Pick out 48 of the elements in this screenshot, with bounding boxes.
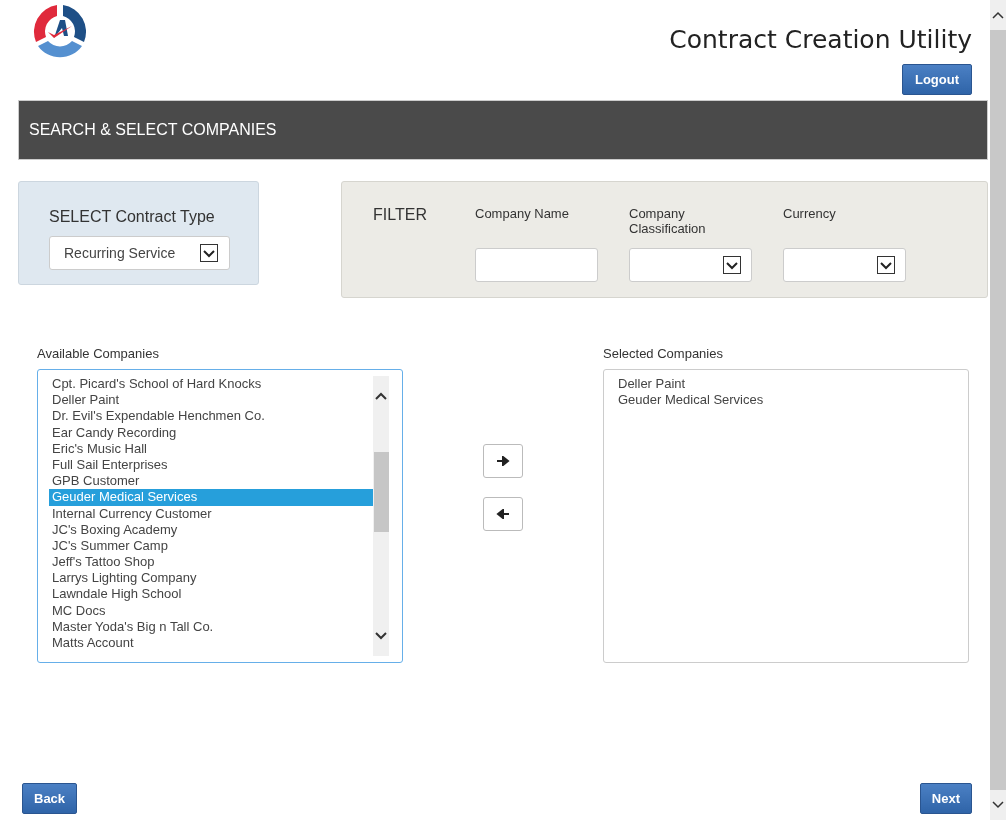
list-item[interactable]: Cpt. Picard's School of Hard Knocks [49, 376, 373, 393]
list-item[interactable]: MC Docs [49, 602, 373, 619]
scroll-up-icon[interactable] [375, 392, 387, 400]
right-arrow-icon [496, 456, 510, 466]
left-arrow-icon [496, 509, 510, 519]
add-button[interactable] [483, 444, 523, 478]
list-item[interactable]: Geuder Medical Services [618, 392, 954, 408]
scrollbar[interactable] [373, 376, 389, 656]
list-item[interactable]: Jeff's Tattoo Shop [49, 554, 373, 571]
list-item[interactable]: JC's Boxing Academy [49, 521, 373, 538]
back-button[interactable]: Back [22, 783, 78, 814]
selected-companies-list[interactable]: Deller Paint Geuder Medical Services [603, 369, 969, 663]
section-title: SEARCH & SELECT COMPANIES [29, 121, 277, 139]
list-item[interactable]: Matts Account [49, 635, 373, 652]
list-item[interactable]: Internal Currency Customer [49, 505, 373, 522]
logout-button[interactable]: Logout [901, 64, 972, 95]
remove-button[interactable] [483, 497, 523, 531]
next-button[interactable]: Next [919, 783, 972, 814]
dropdown-caret-icon [723, 256, 741, 274]
list-item[interactable]: Ear Candy Recording [49, 424, 373, 441]
list-item[interactable]: GPB Customer [49, 473, 373, 490]
list-item[interactable]: Lawndale High School [49, 586, 373, 603]
filter-dropdown[interactable] [629, 248, 752, 282]
dropdown-caret-icon [877, 256, 895, 274]
list-label: Available Companies [37, 346, 160, 361]
list-item[interactable]: Deller Paint [49, 392, 373, 409]
available-companies-list[interactable] [37, 369, 403, 663]
field-label: Company Classification [629, 206, 707, 238]
contract-type-label: SELECT Contract Type [49, 208, 216, 226]
page-scrollbar[interactable] [990, 0, 1006, 820]
filter-dropdown[interactable] [783, 248, 906, 282]
dropdown-caret-icon [200, 244, 218, 262]
list-item[interactable]: Master Yoda's Big n Tall Co. [49, 618, 373, 635]
app-title: Contract Creation Utility [669, 25, 972, 54]
scroll-up-icon[interactable] [990, 0, 1006, 30]
list-item[interactable]: Full Sail Enterprises [49, 456, 373, 474]
company-name-field[interactable] [475, 248, 598, 282]
list-item[interactable]: Dr. Evil's Expendable Henchmen Co. [49, 408, 373, 425]
list-item[interactable]: Deller Paint [618, 376, 954, 392]
filter-title: FILTER [373, 206, 428, 225]
list-item[interactable]: Eric's Music Hall [49, 440, 373, 457]
field-label: Company Name [475, 206, 570, 223]
list-item[interactable]: Larrys Lighting Company [49, 570, 373, 587]
contract-type-dropdown[interactable]: Recurring Service [49, 236, 230, 270]
list-label: Selected Companies [603, 346, 724, 361]
list-item[interactable]: JC's Summer Camp [49, 537, 373, 555]
scroll-down-icon[interactable] [375, 632, 387, 640]
field-label: Currency [783, 206, 837, 223]
